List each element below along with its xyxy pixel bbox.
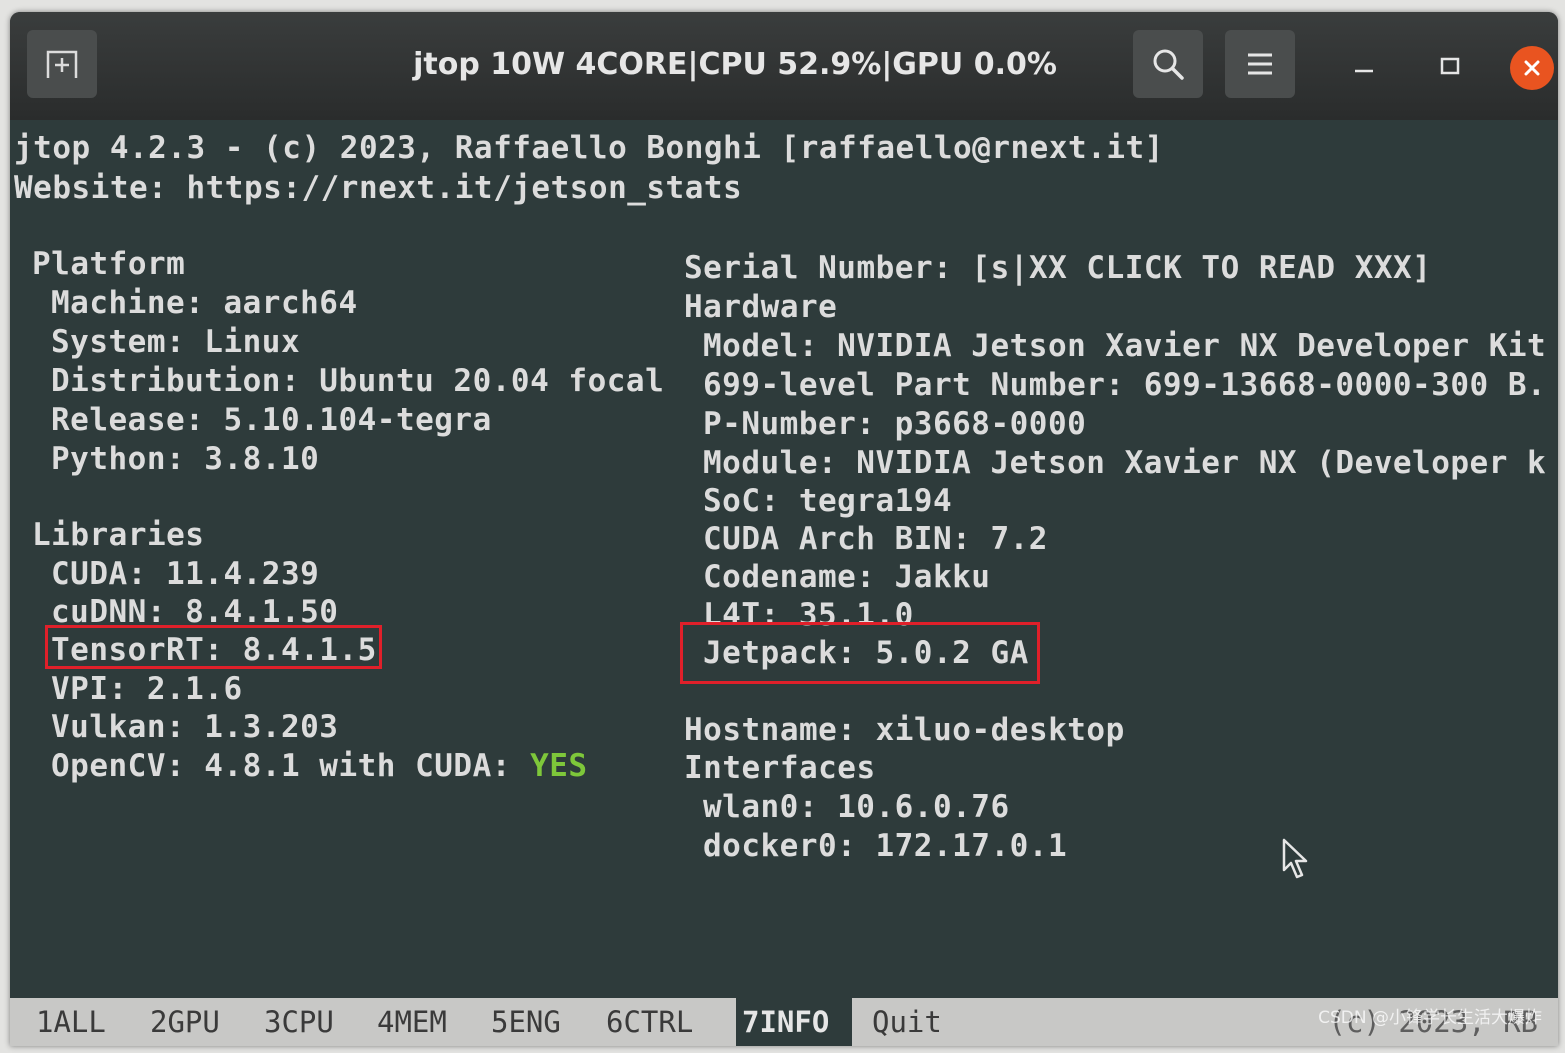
jtop-version-line: jtop 4.2.3 - (c) 2023, Raffaello Bonghi … [14,130,1164,166]
maximize-button[interactable] [1426,42,1474,90]
opencv-line: OpenCV: 4.8.1 with CUDA: YES [51,746,588,786]
jtop-tab-bar: 1ALL 2GPU 3CPU 4MEM 5ENG 6CTRL 7INFO Qui… [10,998,1558,1046]
model-line: Model: NVIDIA Jetson Xavier NX Developer… [703,328,1547,364]
jetpack-highlight-box [680,622,1040,684]
distribution-line: Distribution: Ubuntu 20.04 focal [51,363,665,399]
opencv-cuda-status: YES [530,748,588,784]
hamburger-menu-icon [1248,53,1272,75]
window-title: jtop 10W 4CORE|CPU 52.9%|GPU 0.0% [413,47,1057,82]
watermark: CSDN @小锋学长生活大爆炸 [1318,1008,1542,1028]
tensorrt-highlight-box [45,625,382,669]
docker0-line: docker0: 172.17.0.1 [703,828,1068,864]
terminal-window: jtop 10W 4CORE|CPU 52.9%|GPU 0.0% jtop 4… [10,12,1558,1046]
hardware-heading: Hardware [684,289,838,325]
tab-eng[interactable]: 5ENG [491,998,561,1046]
opencv-version: OpenCV: 4.8.1 with CUDA: [51,748,531,784]
tab-all[interactable]: 1ALL [36,998,106,1046]
new-tab-icon [46,50,78,78]
soc-line: SoC: tegra194 [703,483,953,519]
website-line: Website: https://rnext.it/jetson_stats [14,170,743,206]
python-line: Python: 3.8.10 [51,441,320,477]
quit-button[interactable]: Quit [872,998,942,1046]
part-number-line: 699-level Part Number: 699-13668-0000-30… [703,367,1547,403]
interfaces-heading: Interfaces [684,750,876,786]
vpi-line: VPI: 2.1.6 [51,671,243,707]
new-tab-button[interactable] [27,30,97,98]
search-icon [1153,49,1184,80]
codename-line: Codename: Jakku [703,559,991,595]
tab-ctrl[interactable]: 6CTRL [606,998,693,1046]
minimize-button[interactable] [1340,42,1388,90]
system-line: System: Linux [51,324,301,360]
maximize-icon [1440,57,1460,75]
tab-gpu[interactable]: 2GPU [150,998,220,1046]
release-line: Release: 5.10.104-tegra [51,402,492,438]
menu-button[interactable] [1225,30,1295,98]
cuda-line: CUDA: 11.4.239 [51,556,320,592]
header-bar: jtop 10W 4CORE|CPU 52.9%|GPU 0.0% [10,12,1558,120]
mouse-pointer-icon [1282,838,1308,879]
tab-info[interactable]: 7INFO [736,998,852,1046]
module-line: Module: NVIDIA Jetson Xavier NX (Develop… [703,445,1547,481]
close-icon [1524,60,1540,76]
serial-number-line[interactable]: Serial Number: [s|XX CLICK TO READ XXX] [684,248,1431,288]
terminal-body[interactable]: jtop 4.2.3 - (c) 2023, Raffaello Bonghi … [10,120,1558,998]
hostname-line: Hostname: xiluo-desktop [684,712,1125,748]
tab-cpu[interactable]: 3CPU [264,998,334,1046]
machine-line: Machine: aarch64 [51,285,358,321]
vulkan-line: Vulkan: 1.3.203 [51,709,339,745]
wlan0-line: wlan0: 10.6.0.76 [703,789,1010,825]
tab-mem[interactable]: 4MEM [377,998,447,1046]
search-button[interactable] [1133,30,1203,98]
p-number-line: P-Number: p3668-0000 [703,406,1087,442]
cuda-arch-line: CUDA Arch BIN: 7.2 [703,521,1048,557]
minimize-icon [1355,69,1373,73]
close-button[interactable] [1510,46,1554,90]
platform-heading: Platform [32,246,186,282]
libraries-heading: Libraries [32,517,205,553]
